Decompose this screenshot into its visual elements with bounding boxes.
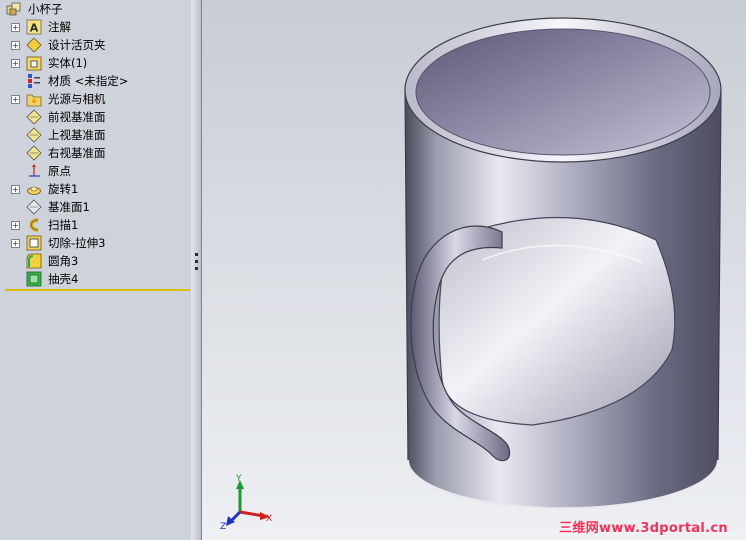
triad-x-label: X (266, 514, 272, 524)
expander-icon[interactable]: + (11, 58, 20, 68)
material-icon (28, 74, 40, 88)
solid-bodies-icon (26, 56, 42, 71)
tree-item-right-plane[interactable]: 右视基准面 (0, 144, 190, 162)
expander-icon[interactable]: + (11, 40, 20, 50)
expander-icon[interactable]: + (11, 22, 20, 32)
tree-item-label: 光源与相机 (48, 92, 106, 106)
tree-item-label: 旋转1 (48, 182, 79, 196)
watermark: 三维网www.3dportal.cn (559, 521, 728, 536)
tree-item-front-plane[interactable]: 前视基准面 (0, 108, 190, 126)
expander-icon[interactable]: + (11, 184, 20, 194)
part-icon (6, 2, 21, 16)
shell-icon (26, 271, 42, 287)
graphics-viewport[interactable]: Y X Z (202, 0, 746, 540)
lights-cameras-icon (26, 94, 42, 107)
tree-item-label: 设计活页夹 (48, 38, 106, 52)
tree-item-cut-extrude[interactable]: + 切除-拉伸3 (0, 234, 190, 252)
svg-text:A: A (30, 22, 39, 35)
tree-item-origin[interactable]: 原点 (0, 162, 190, 180)
tree-item-label: 上视基准面 (48, 128, 106, 142)
tree-item-plane1[interactable]: 基准面1 (0, 198, 190, 216)
cup-body[interactable] (404, 17, 722, 510)
tree-item-fillet[interactable]: 圆角3 (0, 252, 190, 270)
sweep-icon (29, 218, 39, 232)
plane-icon (26, 127, 42, 143)
tree-item-label: 右视基准面 (48, 146, 106, 160)
cup-model[interactable]: Y X Z (202, 0, 746, 540)
plane-icon (26, 199, 42, 215)
tree-item-label: 注解 (48, 20, 71, 34)
design-binder-icon (26, 37, 42, 53)
tree-item-label: 实体(1) (48, 56, 88, 70)
triad-y-label: Y (235, 474, 242, 484)
expander-icon[interactable]: + (11, 238, 20, 248)
tree-item-revolve[interactable]: + 旋转1 (0, 180, 190, 198)
fillet-icon (26, 253, 42, 269)
coordinate-triad: Y X Z (220, 474, 272, 532)
tree-item-solid-bodies[interactable]: + 实体(1) (0, 54, 190, 72)
origin-icon (29, 164, 40, 177)
tree-root-label: 小杯子 (28, 2, 63, 16)
tree-item-sweep[interactable]: + 扫描1 (0, 216, 190, 234)
rollback-bar[interactable] (5, 289, 190, 291)
tree-root-item[interactable]: 小杯子 (0, 0, 190, 18)
feature-manager-tree: 小杯子 + A 注解 + 设计活页夹 + 实体(1) 材质 <未指定> + 光源… (0, 0, 192, 540)
tree-item-annotations[interactable]: + A 注解 (0, 18, 190, 36)
triad-z-label: Z (220, 522, 226, 532)
plane-icon (26, 109, 42, 125)
tree-item-label: 圆角3 (48, 254, 79, 268)
annotation-icon: A (26, 19, 42, 35)
tree-item-label: 前视基准面 (48, 110, 106, 124)
tree-item-top-plane[interactable]: 上视基准面 (0, 126, 190, 144)
plane-icon (26, 145, 42, 161)
tree-item-shell[interactable]: 抽壳4 (0, 270, 190, 288)
tree-item-label: 抽壳4 (48, 272, 79, 286)
revolve-icon (27, 186, 41, 195)
tree-item-label: 扫描1 (48, 218, 79, 232)
tree-item-material[interactable]: 材质 <未指定> (0, 72, 190, 90)
tree-item-label: 原点 (48, 164, 71, 178)
expander-icon[interactable]: + (11, 94, 20, 104)
tree-item-label: 材质 <未指定> (48, 74, 129, 88)
tree-item-design-binder[interactable]: + 设计活页夹 (0, 36, 190, 54)
tree-item-label: 基准面1 (48, 200, 90, 214)
splitter-grip-icon[interactable] (195, 253, 198, 275)
tree-item-label: 切除-拉伸3 (48, 236, 106, 250)
expander-icon[interactable]: + (11, 220, 20, 230)
cut-extrude-icon (26, 235, 42, 251)
tree-item-lights-cameras[interactable]: + 光源与相机 (0, 90, 190, 108)
